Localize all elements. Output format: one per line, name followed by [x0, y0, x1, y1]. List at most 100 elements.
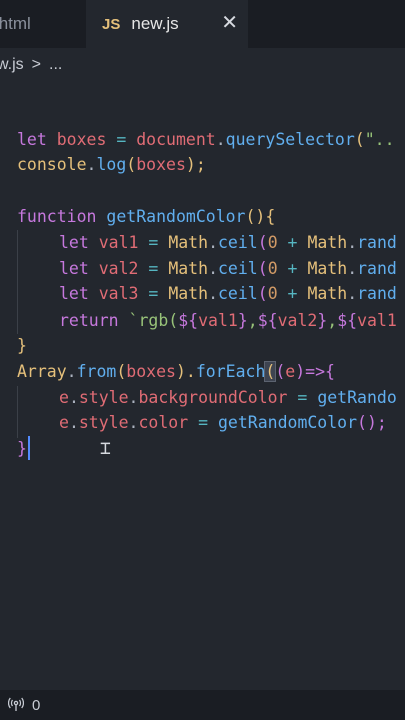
- code-token: Math: [307, 284, 348, 303]
- code-token: let: [59, 284, 89, 303]
- code-token: .: [347, 284, 358, 303]
- tab-html-file[interactable]: .html: [0, 0, 80, 48]
- code-token: .: [66, 362, 77, 381]
- code-token: val1: [98, 233, 139, 252]
- tab-html-label: .html: [0, 14, 31, 33]
- code-token: (: [257, 233, 268, 252]
- code-line: let val2 = Math.ceil(0 + Math.rand: [59, 256, 397, 282]
- code-editor[interactable]: let boxes = document.querySelector(".. c…: [0, 82, 405, 690]
- code-line: console.log(boxes);: [17, 152, 206, 178]
- tab-new-js-label: new.js: [131, 14, 179, 33]
- code-token: ${: [337, 311, 358, 330]
- code-token: +: [277, 259, 308, 278]
- code-token: (: [257, 284, 268, 303]
- code-token: .: [208, 259, 218, 278]
- code-line: function getRandomColor(){: [17, 204, 275, 230]
- code-token: +: [277, 284, 308, 303]
- code-line: let val3 = Math.ceil(0 + Math.rand: [59, 281, 397, 307]
- breadcrumb: w.js > ...: [0, 48, 405, 82]
- breadcrumb-more[interactable]: ...: [49, 56, 62, 74]
- code-token: val1: [357, 311, 397, 330]
- indent-guide: [17, 230, 18, 334]
- code-token: {: [325, 362, 335, 381]
- code-token: }: [17, 439, 27, 458]
- code-token: getRandomColor: [106, 207, 246, 226]
- code-token: (: [275, 362, 286, 381]
- code-token: .: [128, 413, 139, 432]
- code-line: e.style.color = getRandomColor();: [59, 410, 387, 436]
- code-token: .: [208, 233, 218, 252]
- code-token: rand: [357, 259, 397, 278]
- status-bar: 0: [0, 690, 405, 720]
- code-token: val1: [198, 311, 238, 330]
- code-token: .: [86, 155, 97, 174]
- code-token: (: [264, 361, 277, 382]
- code-token: (: [354, 130, 365, 149]
- text-cursor: [28, 436, 30, 460]
- javascript-file-icon: JS: [102, 15, 121, 33]
- code-token: }: [237, 311, 248, 330]
- code-token: .: [347, 259, 358, 278]
- indent-guide: [17, 386, 18, 438]
- code-token: =: [287, 388, 318, 407]
- code-token: =: [138, 284, 169, 303]
- code-token: return: [59, 311, 119, 330]
- broadcast-icon[interactable]: [8, 697, 24, 713]
- code-token: rand: [357, 284, 397, 303]
- code-token: backgroundColor: [138, 388, 288, 407]
- code-token: forEach: [195, 362, 266, 381]
- code-line: Array.from(boxes).forEach((e)=>{: [17, 359, 335, 385]
- code-token: =: [138, 233, 169, 252]
- tab-new-js[interactable]: JS new.js ✕: [86, 0, 248, 49]
- code-token: =: [138, 259, 169, 278]
- code-token: from: [76, 362, 117, 381]
- code-token: ): [295, 362, 306, 381]
- code-token: getRando: [317, 388, 397, 407]
- code-token: val2: [277, 311, 318, 330]
- code-token: e: [59, 388, 69, 407]
- code-token: boxes: [136, 155, 186, 174]
- code-token: `rgb(: [118, 311, 179, 330]
- code-token: rand: [357, 233, 397, 252]
- code-token: e: [285, 362, 296, 381]
- code-token: ceil: [218, 284, 258, 303]
- code-token: =>: [305, 362, 326, 381]
- breadcrumb-file[interactable]: w.js: [0, 56, 24, 74]
- code-token: =: [188, 413, 218, 432]
- code-token: Math: [168, 233, 209, 252]
- code-token: e: [59, 413, 69, 432]
- close-icon[interactable]: ✕: [221, 11, 238, 35]
- code-token: ,: [247, 311, 258, 330]
- code-token: =: [106, 130, 137, 149]
- code-token: "..: [364, 130, 395, 149]
- code-token: ceil: [218, 233, 258, 252]
- code-token: document: [136, 130, 216, 149]
- code-token: let: [59, 259, 89, 278]
- breadcrumb-separator-icon: >: [31, 56, 42, 73]
- code-line: return `rgb(${val1},${val2},${val1: [59, 308, 397, 334]
- code-token: .: [215, 130, 226, 149]
- code-line: let boxes = document.querySelector("..: [17, 127, 395, 153]
- code-token: function: [17, 207, 97, 226]
- code-token: 0: [267, 233, 278, 252]
- code-token: ${: [178, 311, 199, 330]
- code-token: );: [185, 155, 206, 174]
- code-token: val2: [98, 259, 139, 278]
- code-token: .: [68, 413, 79, 432]
- code-token: .: [347, 233, 358, 252]
- code-token: .: [208, 284, 218, 303]
- code-token: .: [68, 388, 79, 407]
- code-token: getRandomColor: [217, 413, 358, 432]
- code-token: Math: [168, 259, 209, 278]
- code-token: (: [126, 155, 137, 174]
- code-token: 0: [267, 259, 278, 278]
- code-token: style: [78, 413, 129, 432]
- code-token: let: [59, 233, 89, 252]
- code-token: ).: [175, 362, 196, 381]
- code-token: }: [317, 311, 328, 330]
- code-token: (){: [245, 207, 276, 226]
- code-token: querySelector: [225, 130, 355, 149]
- status-count: 0: [32, 696, 41, 714]
- code-token: let: [17, 130, 47, 149]
- code-token: ();: [357, 413, 387, 432]
